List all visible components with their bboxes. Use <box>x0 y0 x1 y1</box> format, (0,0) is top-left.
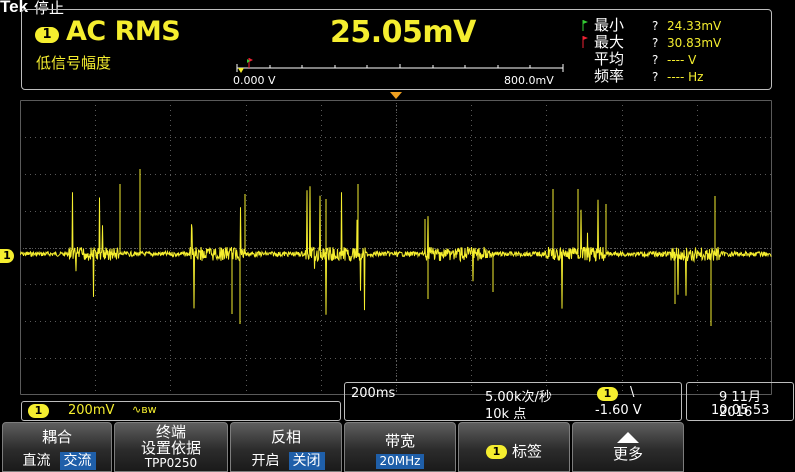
stat-freq-label: 频率 <box>594 67 625 85</box>
slider-min-label: 0.000 V <box>233 74 276 87</box>
stat-max-label: 最大 <box>594 33 625 51</box>
measurement-subtitle: 低信号幅度 <box>36 54 112 72</box>
min-marker-icon <box>238 68 244 73</box>
coupling-dc-option[interactable]: 直流 <box>18 452 54 470</box>
invert-off-option[interactable]: 关闭 <box>288 452 325 470</box>
label-title: 标签 <box>512 442 543 461</box>
waveform-display[interactable] <box>20 100 772 395</box>
stat-freq-value: ---- Hz <box>667 70 704 84</box>
datetime-box: 9 11月2016 10:05:53 <box>686 382 794 421</box>
stat-mean-q: ? <box>652 53 659 67</box>
coupling-bw-icon: ∿ʙᴡ <box>132 403 157 416</box>
more-title: 更多 <box>612 445 643 463</box>
label-button[interactable]: 1 标签 <box>458 422 570 472</box>
stat-min-q: ? <box>652 19 659 33</box>
bandwidth-button[interactable]: 带宽 20MHz <box>344 422 456 472</box>
channel-chip: 1 <box>28 404 49 418</box>
bandwidth-title: 带宽 <box>384 432 415 450</box>
termination-subtitle: 设置依据 <box>140 439 201 457</box>
bandwidth-value: 20MHz <box>375 454 425 469</box>
stat-max-q: ? <box>652 36 659 50</box>
label-channel-chip: 1 <box>485 444 507 459</box>
termination-value: TPP0250 <box>144 456 198 470</box>
time: 10:05:53 <box>711 403 770 418</box>
graticule <box>20 100 772 395</box>
measurement-name: AC RMS <box>66 16 181 47</box>
stat-mean-label: 平均 <box>594 50 625 68</box>
timebase-box[interactable]: 200ms 5.00k次/秒 10k 点 1 \ -1.60 V <box>344 382 682 422</box>
stat-min-label: 最小 <box>594 16 625 34</box>
coupling-title: 耦合 <box>41 428 72 446</box>
measurement-value: 25.05mV <box>330 15 476 50</box>
channel-info-box[interactable]: 1 200mV ∿ʙᴡ <box>21 401 341 421</box>
more-button[interactable]: 更多 <box>572 422 684 472</box>
measurement-channel-chip: 1 <box>35 27 59 43</box>
record-length: 10k 点 <box>485 407 527 422</box>
stat-max-value: 30.83mV <box>667 36 722 50</box>
termination-title: 终端 <box>155 423 186 441</box>
invert-on-option[interactable]: 开启 <box>247 452 283 470</box>
measurement-readout: 1 AC RMS 低信号幅度 25.05mV 0.000 V 800.0mV 最… <box>21 9 772 90</box>
stat-flags-icon <box>582 20 588 48</box>
time-per-div: 200ms <box>351 386 396 401</box>
channel-1-trace <box>20 169 772 326</box>
invert-button[interactable]: 反相 开启 关闭 <box>230 422 342 472</box>
trigger-channel-chip: 1 <box>597 387 618 401</box>
invert-title: 反相 <box>270 428 301 446</box>
channel-1-ground-marker[interactable]: 1 <box>0 249 14 263</box>
trigger-position-marker[interactable] <box>390 92 402 100</box>
termination-button[interactable]: 终端 设置依据 TPP0250 <box>114 422 228 472</box>
stat-mean-value: ---- V <box>667 53 697 67</box>
coupling-ac-option[interactable]: 交流 <box>59 452 96 470</box>
channel-scale: 200mV <box>68 403 115 418</box>
chevron-up-icon <box>617 432 639 443</box>
stat-freq-q: ? <box>652 70 659 84</box>
stat-min-value: 24.33mV <box>667 19 722 33</box>
slider-max-label: 800.0mV <box>504 74 554 87</box>
trigger-level: -1.60 V <box>595 403 642 418</box>
max-flag-icon <box>249 58 253 62</box>
coupling-button[interactable]: 耦合 直流 交流 <box>2 422 112 472</box>
trigger-slope-icon: \ <box>630 385 635 400</box>
